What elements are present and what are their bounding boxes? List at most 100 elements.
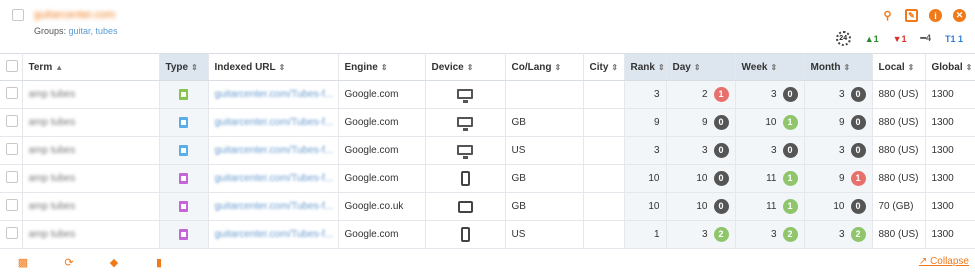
search-icon[interactable]: ⚲ xyxy=(881,9,894,22)
sort-icon: ⇕ xyxy=(657,62,665,72)
term-text[interactable]: amp tubes xyxy=(29,117,76,128)
month-value: 9 xyxy=(838,117,845,129)
row-checkbox[interactable] xyxy=(6,171,18,183)
type-cell xyxy=(159,220,209,249)
row-checkbox-cell xyxy=(0,136,23,165)
result-type-icon xyxy=(179,144,188,156)
col-local[interactable]: Local ⇕ xyxy=(872,53,926,81)
header-actions: ⚲ ✎ i ✕ xyxy=(881,9,966,22)
device-cell xyxy=(425,108,506,137)
engine-cell: Google.com xyxy=(338,80,426,109)
col-day[interactable]: Day ⇕ xyxy=(666,53,736,81)
indexed-url-link[interactable]: guitarcenter.com/Tubes-f... xyxy=(215,89,334,100)
month-cell: 30 xyxy=(804,136,873,165)
month-change-badge: 1 xyxy=(850,171,866,186)
clock-24h-icon[interactable]: 24 xyxy=(835,31,851,46)
term-text[interactable]: amp tubes xyxy=(29,89,76,100)
stat-up: ▲1 xyxy=(864,33,879,44)
collapse-link[interactable]: ↗ Collapse xyxy=(919,256,969,267)
rank-cell: 9 xyxy=(624,108,667,137)
week-cell: 30 xyxy=(735,80,805,109)
col-week[interactable]: Week ⇕ xyxy=(735,53,805,81)
sort-icon: ⇕ xyxy=(843,62,851,72)
select-all-checkbox[interactable] xyxy=(6,59,18,72)
local-cell: 880 (US) xyxy=(872,220,926,249)
month-change-badge: 2 xyxy=(850,227,866,242)
device-cell xyxy=(425,192,506,221)
col-month[interactable]: Month ⇕ xyxy=(804,53,873,81)
stat-top: T1 1 xyxy=(944,33,963,44)
chart-icon[interactable]: ▩ xyxy=(17,256,29,269)
device-cell xyxy=(425,80,506,109)
row-checkbox[interactable] xyxy=(6,199,18,211)
week-change-badge: 1 xyxy=(782,171,798,186)
row-checkbox[interactable] xyxy=(6,227,18,239)
stat-same: ━4 xyxy=(920,33,931,43)
term-cell: amp tubes xyxy=(22,108,160,137)
col-city[interactable]: City ⇕ xyxy=(583,53,625,81)
sort-icon: ⇕ xyxy=(965,62,973,72)
city-cell xyxy=(583,80,625,109)
week-change-badge: 2 xyxy=(782,227,798,242)
table-row[interactable]: amp tubes guitarcenter.com/Tubes-f... Goog… xyxy=(0,80,975,109)
site-name[interactable]: guitarcenter.com xyxy=(34,9,115,21)
global-cell: 1300 xyxy=(925,164,975,193)
col-device[interactable]: Device ⇕ xyxy=(425,53,506,81)
indexed-url-link[interactable]: guitarcenter.com/Tubes-f... xyxy=(215,173,334,184)
rank-cell: 3 xyxy=(624,136,667,165)
col-type[interactable]: Type ⇕ xyxy=(159,53,209,81)
indexed-url-link[interactable]: guitarcenter.com/Tubes-f... xyxy=(215,117,334,128)
colang-cell: US xyxy=(505,136,584,165)
day-value: 9 xyxy=(701,117,708,129)
close-icon[interactable]: ✕ xyxy=(953,9,966,22)
select-all-domain-checkbox[interactable] xyxy=(12,9,24,21)
type-cell xyxy=(159,108,209,137)
month-cell: 30 xyxy=(804,80,873,109)
edit-icon[interactable]: ✎ xyxy=(905,9,918,22)
month-value: 3 xyxy=(838,89,845,101)
indexed-url-link[interactable]: guitarcenter.com/Tubes-f... xyxy=(215,145,334,156)
col-indexed-url[interactable]: Indexed URL ⇕ xyxy=(208,53,339,81)
groups-value[interactable]: guitar, tubes xyxy=(69,26,118,36)
week-change-badge: 1 xyxy=(782,115,798,130)
table-row[interactable]: amp tubes guitarcenter.com/Tubes-f... Goog… xyxy=(0,220,975,249)
row-checkbox[interactable] xyxy=(6,115,18,127)
indexed-url-link[interactable]: guitarcenter.com/Tubes-f... xyxy=(215,201,334,212)
info-icon[interactable]: i xyxy=(929,9,942,22)
header-bar: guitarcenter.com Groups: guitar, tubes ⚲… xyxy=(0,0,975,54)
month-change-badge: 0 xyxy=(850,115,866,130)
term-text[interactable]: amp tubes xyxy=(29,173,76,184)
table-row[interactable]: amp tubes guitarcenter.com/Tubes-f... Goog… xyxy=(0,136,975,165)
indexed-url-link[interactable]: guitarcenter.com/Tubes-f... xyxy=(215,229,334,240)
sort-icon: ⇕ xyxy=(191,62,198,72)
col-engine[interactable]: Engine ⇕ xyxy=(338,53,426,81)
col-term[interactable]: Term ▲︎ xyxy=(22,53,160,81)
global-cell: 1300 xyxy=(925,80,975,109)
term-text[interactable]: amp tubes xyxy=(29,229,76,240)
table-row[interactable]: amp tubes guitarcenter.com/Tubes-f... Goog… xyxy=(0,108,975,137)
sort-icon: ⇕ xyxy=(611,62,619,72)
colang-cell: GB xyxy=(505,164,584,193)
month-value: 3 xyxy=(838,145,845,157)
table-row[interactable]: amp tubes guitarcenter.com/Tubes-f... Goog… xyxy=(0,164,975,193)
row-checkbox-cell xyxy=(0,80,23,109)
groups-label: Groups: xyxy=(34,26,67,36)
tag-icon[interactable]: ◆ xyxy=(108,256,120,269)
tablet-icon xyxy=(457,200,473,213)
term-text[interactable]: amp tubes xyxy=(29,145,76,156)
rank-cell: 3 xyxy=(624,80,667,109)
engine-cell: Google.com xyxy=(338,164,426,193)
col-global[interactable]: Global ⇕ xyxy=(925,53,975,81)
row-checkbox[interactable] xyxy=(6,87,18,99)
trash-icon[interactable]: ▮ xyxy=(153,256,165,269)
row-checkbox[interactable] xyxy=(6,143,18,155)
colang-cell: GB xyxy=(505,192,584,221)
day-value: 2 xyxy=(701,89,708,101)
col-rank[interactable]: Rank ⇕ xyxy=(624,53,667,81)
table-row[interactable]: amp tubes guitarcenter.com/Tubes-f... Goog… xyxy=(0,192,975,221)
colang-cell: GB xyxy=(505,108,584,137)
week-value: 11 xyxy=(766,173,777,185)
refresh-icon[interactable]: ⟳ xyxy=(63,256,75,269)
term-text[interactable]: amp tubes xyxy=(29,201,76,212)
col-colang[interactable]: Co/Lang ⇕ xyxy=(505,53,584,81)
